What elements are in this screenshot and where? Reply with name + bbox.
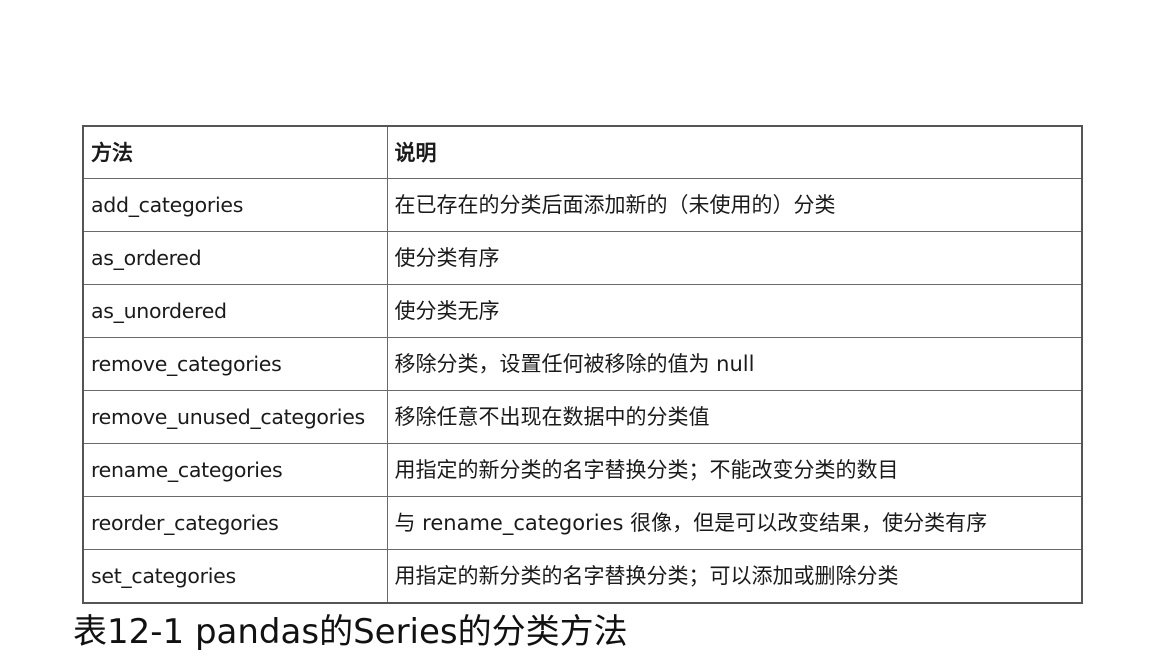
- method-description-cell: 在已存在的分类后面添加新的（未使用的）分类: [386, 178, 1083, 232]
- method-name-cell: rename_categories: [82, 443, 388, 497]
- method-description-cell: 移除任意不出现在数据中的分类值: [386, 390, 1083, 444]
- method-name-cell: as_ordered: [82, 231, 388, 285]
- method-name-cell: as_unordered: [82, 284, 388, 338]
- method-name-cell: set_categories: [82, 549, 388, 604]
- method-name-cell: add_categories: [82, 178, 388, 232]
- header-method: 方法: [82, 125, 388, 179]
- method-description-cell: 用指定的新分类的名字替换分类；可以添加或删除分类: [386, 549, 1083, 604]
- table-row: remove_unused_categories 移除任意不出现在数据中的分类值: [82, 390, 1083, 444]
- table-header-row: 方法 说明: [82, 125, 1083, 179]
- method-description-cell: 与 rename_categories 很像，但是可以改变结果，使分类有序: [386, 496, 1083, 550]
- method-description-cell: 使分类无序: [386, 284, 1083, 338]
- table-caption: 表12-1 pandas的Series的分类方法: [73, 612, 628, 652]
- page: 方法 说明 add_categories 在已存在的分类后面添加新的（未使用的）…: [0, 0, 1158, 662]
- table-row: rename_categories 用指定的新分类的名字替换分类；不能改变分类的…: [82, 443, 1083, 497]
- table-row: remove_categories 移除分类，设置任何被移除的值为 null: [82, 337, 1083, 391]
- method-name-cell: remove_unused_categories: [82, 390, 388, 444]
- method-description-cell: 移除分类，设置任何被移除的值为 null: [386, 337, 1083, 391]
- table-row: as_ordered 使分类有序: [82, 231, 1083, 285]
- table-row: reorder_categories 与 rename_categories 很…: [82, 496, 1083, 550]
- method-description-cell: 用指定的新分类的名字替换分类；不能改变分类的数目: [386, 443, 1083, 497]
- table-row: as_unordered 使分类无序: [82, 284, 1083, 338]
- method-description-cell: 使分类有序: [386, 231, 1083, 285]
- categorical-methods-table: 方法 说明 add_categories 在已存在的分类后面添加新的（未使用的）…: [82, 125, 1083, 604]
- method-name-cell: remove_categories: [82, 337, 388, 391]
- header-description: 说明: [386, 125, 1083, 179]
- table-row: add_categories 在已存在的分类后面添加新的（未使用的）分类: [82, 178, 1083, 232]
- table-row: set_categories 用指定的新分类的名字替换分类；可以添加或删除分类: [82, 549, 1083, 604]
- method-name-cell: reorder_categories: [82, 496, 388, 550]
